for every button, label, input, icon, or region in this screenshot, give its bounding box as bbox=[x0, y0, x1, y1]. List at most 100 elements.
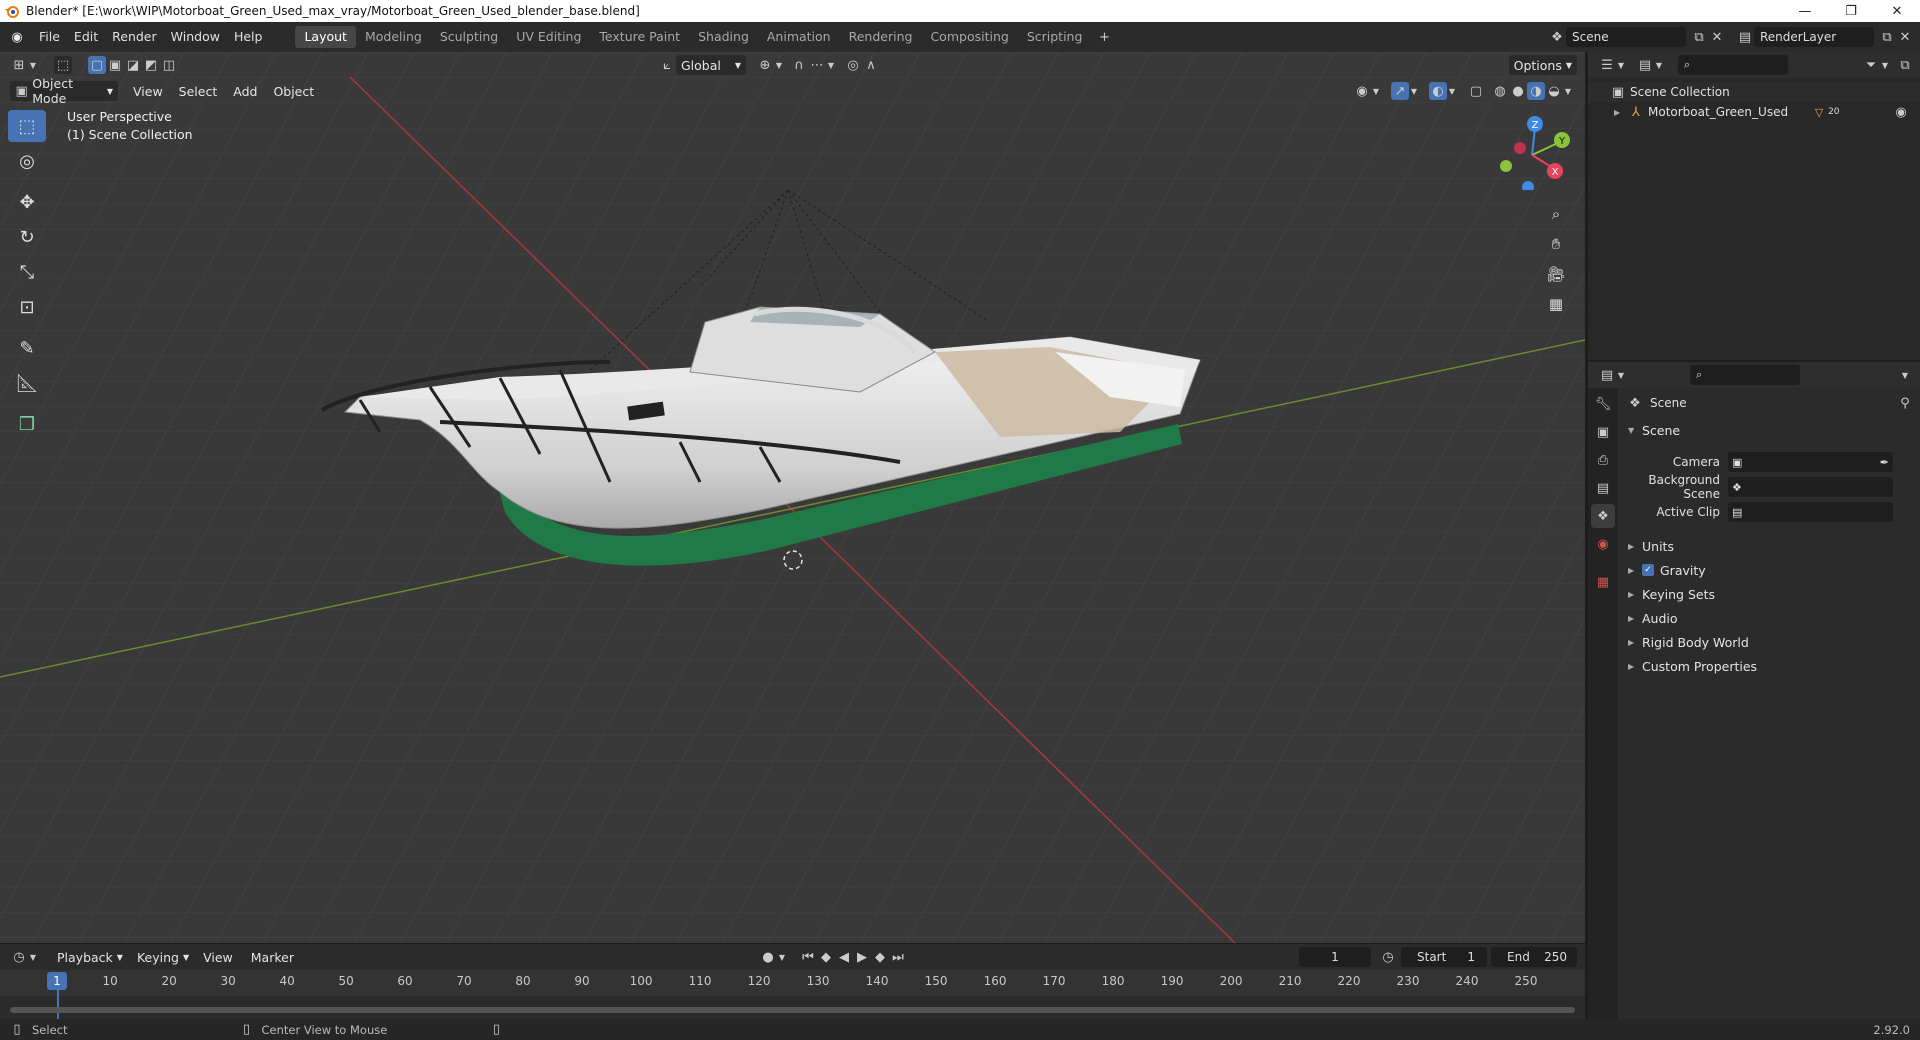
snap-increment-icon[interactable]: ⋯ bbox=[808, 56, 826, 74]
select-extend-icon[interactable]: ▣ bbox=[106, 56, 124, 74]
viewport-menu-add[interactable]: Add bbox=[228, 81, 262, 101]
timeline-menu-view[interactable]: View bbox=[198, 947, 238, 967]
view-layer-selector[interactable]: RenderLayer bbox=[1754, 27, 1874, 47]
tab-texture-paint[interactable]: Texture Paint bbox=[590, 26, 689, 48]
start-frame-field[interactable]: Start 1 bbox=[1401, 947, 1487, 967]
viewport-menu-select[interactable]: Select bbox=[174, 81, 223, 101]
menu-help[interactable]: Help bbox=[227, 26, 270, 48]
zoom-view-button[interactable]: ⌕ bbox=[1542, 200, 1570, 228]
tab-animation[interactable]: Animation bbox=[758, 26, 840, 48]
delete-view-layer-icon[interactable]: ✕ bbox=[1896, 28, 1914, 46]
background-scene-field[interactable]: ❖ bbox=[1728, 477, 1893, 497]
timeline-editor-type-icon[interactable]: ◷ bbox=[10, 948, 28, 966]
eyedropper-icon[interactable]: ✒ bbox=[1880, 456, 1889, 469]
measure-tool[interactable]: 📐︎ bbox=[8, 367, 46, 399]
xray-toggle-icon[interactable]: ▢ bbox=[1467, 82, 1485, 100]
transform-orientation-icon[interactable]: ⟀ bbox=[658, 56, 676, 74]
menu-render[interactable]: Render bbox=[105, 26, 164, 48]
prev-keyframe-icon[interactable]: ◆ bbox=[817, 948, 835, 966]
visibility-eye-icon[interactable]: ◉ bbox=[1892, 103, 1910, 121]
active-clip-field[interactable]: ▤ bbox=[1728, 502, 1893, 522]
chevron-down-icon[interactable]: ▼ bbox=[1880, 56, 1890, 74]
add-cube-tool[interactable]: ❒ bbox=[8, 408, 46, 440]
transform-orientation-select[interactable]: Global ▼ bbox=[676, 55, 746, 75]
scale-tool[interactable]: ⤡ bbox=[8, 256, 46, 288]
rendered-shading-icon[interactable]: ◒ bbox=[1545, 82, 1563, 100]
play-reverse-icon[interactable]: ◀ bbox=[835, 948, 853, 966]
end-frame-field[interactable]: End 250 bbox=[1491, 947, 1577, 967]
chevron-down-icon[interactable]: ▼ bbox=[1563, 82, 1573, 100]
close-button[interactable]: ✕ bbox=[1874, 0, 1920, 22]
chevron-down-icon[interactable]: ▼ bbox=[1616, 56, 1626, 74]
select-box-tool[interactable]: ⬚ bbox=[8, 110, 46, 142]
chevron-down-icon[interactable]: ▼ bbox=[826, 56, 836, 74]
filter-icon[interactable]: ⏷ bbox=[1862, 56, 1880, 74]
rigid-body-world-panel-header[interactable]: ▶ Rigid Body World bbox=[1618, 630, 1920, 654]
chevron-down-icon[interactable]: ▼ bbox=[1447, 82, 1457, 100]
tab-sculpting[interactable]: Sculpting bbox=[431, 26, 507, 48]
audio-panel-header[interactable]: ▶ Audio bbox=[1618, 606, 1920, 630]
tab-compositing[interactable]: Compositing bbox=[921, 26, 1017, 48]
chevron-down-icon[interactable]: ▼ bbox=[1900, 366, 1910, 384]
options-dropdown[interactable]: Options ▼ bbox=[1508, 55, 1577, 75]
chevron-down-icon[interactable]: ▼ bbox=[1371, 82, 1381, 100]
world-tab[interactable]: ◉ bbox=[1591, 532, 1615, 556]
tab-scripting[interactable]: Scripting bbox=[1018, 26, 1092, 48]
chevron-down-icon[interactable]: ▼ bbox=[28, 948, 38, 966]
outliner-search-input[interactable]: ⌕ bbox=[1678, 55, 1788, 75]
custom-properties-panel-header[interactable]: ▶ Custom Properties bbox=[1618, 654, 1920, 678]
mode-select[interactable]: ▣ Object Mode ▼ bbox=[10, 76, 118, 106]
select-subtract-icon[interactable]: ◪ bbox=[124, 56, 142, 74]
select-intersect-icon[interactable]: ◫ bbox=[160, 56, 178, 74]
delete-scene-icon[interactable]: ✕ bbox=[1708, 28, 1726, 46]
timeline-menu-keying[interactable]: Keying ▼ bbox=[132, 947, 194, 967]
new-scene-icon[interactable]: ⧉ bbox=[1690, 28, 1708, 46]
chevron-down-icon[interactable]: ▼ bbox=[28, 56, 38, 74]
properties-editor-type-icon[interactable]: ▤ bbox=[1598, 366, 1616, 384]
maximize-button[interactable]: ❐ bbox=[1828, 0, 1874, 22]
tab-modeling[interactable]: Modeling bbox=[356, 26, 431, 48]
tool-tab[interactable]: 🔧︎ bbox=[1591, 392, 1615, 416]
viewport-menu-object[interactable]: Object bbox=[268, 81, 319, 101]
proportional-edit-icon[interactable]: ◎ bbox=[844, 56, 862, 74]
viewport-menu-view[interactable]: View bbox=[128, 81, 168, 101]
menu-window[interactable]: Window bbox=[164, 26, 227, 48]
add-workspace-icon[interactable]: + bbox=[1095, 28, 1113, 46]
axis-gizmo[interactable]: Z Y X bbox=[1490, 110, 1570, 190]
pan-view-button[interactable]: ✋︎ bbox=[1542, 230, 1570, 258]
menu-edit[interactable]: Edit bbox=[67, 26, 105, 48]
new-collection-icon[interactable]: ⧉ bbox=[1896, 56, 1914, 74]
camera-view-button[interactable]: 🎥︎ bbox=[1542, 260, 1570, 288]
timeline-menu-marker[interactable]: Marker bbox=[246, 947, 299, 967]
tab-layout[interactable]: Layout bbox=[295, 26, 356, 48]
jump-end-icon[interactable]: ⏭︎ bbox=[889, 948, 907, 966]
timeline-scrollbar[interactable] bbox=[10, 1007, 1575, 1013]
scene-icon[interactable]: ❖ bbox=[1548, 28, 1566, 46]
keying-sets-panel-header[interactable]: ▶ Keying Sets bbox=[1618, 582, 1920, 606]
tab-rendering[interactable]: Rendering bbox=[840, 26, 922, 48]
select-invert-icon[interactable]: ◩ bbox=[142, 56, 160, 74]
menu-file[interactable]: File bbox=[32, 26, 67, 48]
move-tool[interactable]: ✥ bbox=[8, 186, 46, 218]
rotate-tool[interactable]: ↻ bbox=[8, 221, 46, 253]
new-view-layer-icon[interactable]: ⧉ bbox=[1878, 28, 1896, 46]
chevron-down-icon[interactable]: ▼ bbox=[777, 948, 787, 966]
chevron-down-icon[interactable]: ▼ bbox=[1409, 82, 1419, 100]
overlay-toggle-icon[interactable]: ◐ bbox=[1429, 82, 1447, 100]
texture-tab[interactable]: ▦ bbox=[1591, 570, 1615, 594]
annotate-tool[interactable]: ✎ bbox=[8, 332, 46, 364]
editor-type-icon[interactable]: ⊞ bbox=[10, 56, 28, 74]
ortho-toggle-button[interactable]: ▦ bbox=[1542, 290, 1570, 318]
pivot-point-icon[interactable]: ⊕ bbox=[756, 56, 774, 74]
scene-selector[interactable]: Scene bbox=[1566, 27, 1686, 47]
material-shading-icon[interactable]: ◑ bbox=[1527, 82, 1545, 100]
view-layer-tab[interactable]: ▤ bbox=[1591, 476, 1615, 500]
pin-icon[interactable]: ⚲ bbox=[1896, 394, 1914, 412]
tab-shading[interactable]: Shading bbox=[689, 26, 758, 48]
tab-uv-editing[interactable]: UV Editing bbox=[507, 26, 590, 48]
jump-start-icon[interactable]: ⏮︎ bbox=[799, 948, 817, 966]
solid-shading-icon[interactable]: ● bbox=[1509, 82, 1527, 100]
chevron-down-icon[interactable]: ▼ bbox=[1654, 56, 1664, 74]
wireframe-shading-icon[interactable]: ◍ bbox=[1491, 82, 1509, 100]
output-tab[interactable]: ⎙ bbox=[1591, 448, 1615, 472]
